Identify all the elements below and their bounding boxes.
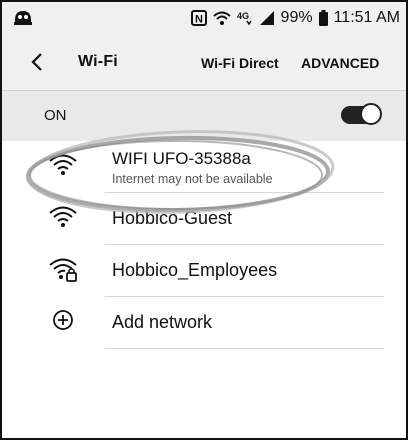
wifi-icon [48, 152, 78, 183]
nfc-icon: N [190, 10, 207, 26]
app-bar: Wi-Fi Wi-Fi Direct ADVANCED [2, 36, 406, 90]
toggle-label: ON [44, 107, 67, 124]
phone-screen: N 4G 99% 11:51 AM Wi-Fi Wi-Fi Direct ADV… [0, 0, 408, 440]
page-title: Wi-Fi [78, 53, 118, 70]
wifi-locked-icon [48, 256, 78, 287]
advanced-button[interactable]: ADVANCED [301, 55, 379, 71]
divider [105, 348, 384, 349]
add-circle-icon [48, 308, 78, 339]
network-status: Internet may not be available [112, 172, 273, 186]
network-name: Hobbico-Guest [112, 208, 233, 228]
svg-text:4G: 4G [237, 11, 249, 21]
network-list: WIFI UFO-35388a Internet may not be avai… [2, 141, 406, 349]
notification-alien-icon [12, 8, 34, 33]
network-name: Hobbico_Employees [112, 260, 278, 280]
wifi-icon [48, 204, 78, 235]
clock: 11:51 AM [333, 9, 400, 26]
status-bar: N 4G 99% 11:51 AM [2, 2, 406, 36]
add-network-item[interactable]: Add network [2, 297, 406, 349]
wifi-toggle-switch[interactable] [341, 103, 383, 127]
toggle-knob [360, 103, 382, 125]
add-network-label: Add network [112, 312, 213, 332]
network-item[interactable]: WIFI UFO-35388a Internet may not be avai… [2, 141, 406, 193]
back-arrow-icon[interactable] [30, 52, 44, 77]
network-item[interactable]: Hobbico-Guest [2, 193, 406, 245]
wifi-direct-button[interactable]: Wi-Fi Direct [201, 55, 279, 71]
signal-strength-icon [259, 10, 275, 26]
wifi-toggle-row[interactable]: ON [2, 91, 406, 141]
wifi-status-icon [212, 10, 231, 26]
network-item[interactable]: Hobbico_Employees [2, 245, 406, 297]
network-name: WIFI UFO-35388a [112, 149, 251, 168]
network-type-icon: 4G [237, 10, 253, 26]
battery-icon [318, 10, 328, 26]
battery-percentage: 99% [280, 9, 313, 26]
svg-text:N: N [195, 14, 203, 26]
